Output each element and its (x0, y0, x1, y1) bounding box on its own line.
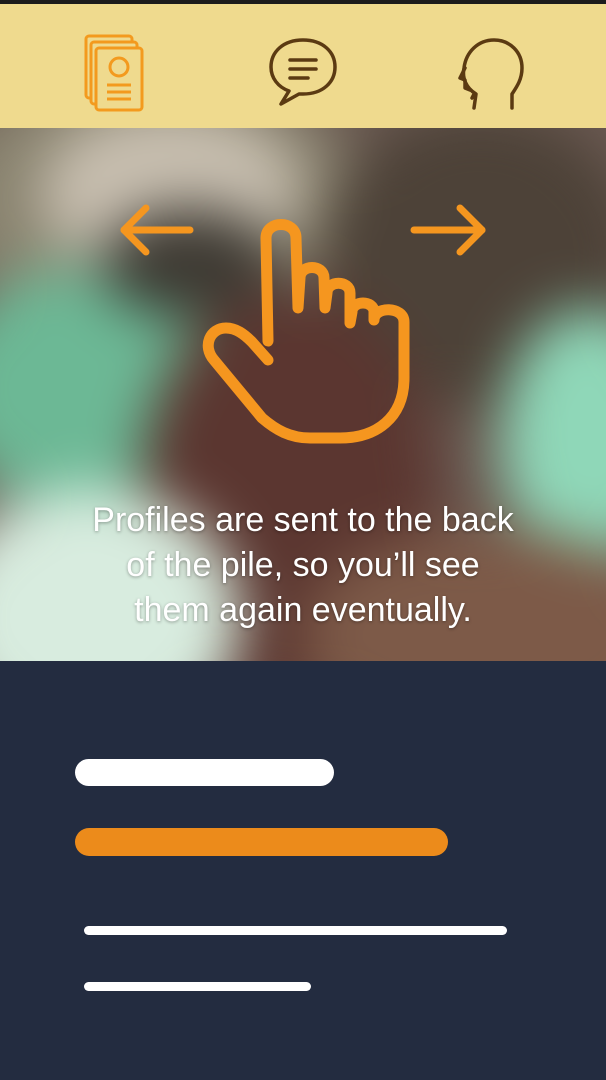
chat-bubble-icon (269, 38, 337, 106)
tab-profiles[interactable] (71, 32, 151, 122)
tutorial-message-line: Profiles are sent to the back (92, 501, 514, 539)
tab-me[interactable] (452, 32, 532, 122)
swipe-hand-icon (202, 219, 410, 444)
name-placeholder-bar (75, 759, 334, 786)
arrow-left-icon (120, 204, 194, 256)
profile-cards-icon (84, 34, 144, 112)
profile-info-panel (0, 661, 606, 1080)
swipe-gesture-illustration (120, 204, 486, 444)
head-profile-icon (458, 38, 524, 110)
tutorial-message: Profiles are sent to the back of the pil… (0, 498, 606, 633)
swipe-tutorial-overlay[interactable]: Profiles are sent to the back of the pil… (0, 128, 606, 661)
tab-messages[interactable] (263, 32, 343, 122)
text-placeholder-line (84, 926, 507, 935)
text-placeholder-line (84, 982, 311, 991)
tutorial-message-line: them again eventually. (134, 591, 472, 629)
tab-bar (0, 4, 606, 128)
highlight-placeholder-bar (75, 828, 448, 856)
tutorial-message-line: of the pile, so you’ll see (126, 546, 480, 584)
arrow-right-icon (410, 204, 486, 256)
